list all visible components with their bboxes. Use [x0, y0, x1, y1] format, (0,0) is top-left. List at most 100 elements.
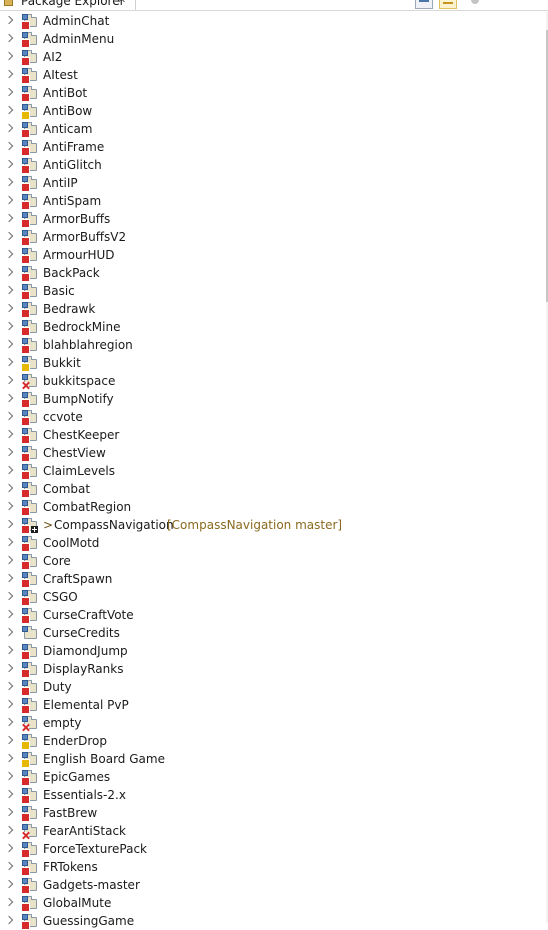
tree-row[interactable]: ccvote — [0, 408, 546, 426]
expand-chevron-icon[interactable] — [4, 699, 14, 709]
tree-row[interactable]: Core — [0, 552, 546, 570]
expand-chevron-icon[interactable] — [4, 465, 14, 475]
tree-row[interactable]: AItest — [0, 66, 546, 84]
tree-row[interactable]: BedrockMine — [0, 318, 546, 336]
tree-row[interactable]: BackPack — [0, 264, 546, 282]
expand-chevron-icon[interactable] — [4, 159, 14, 169]
tree-row[interactable]: CombatRegion — [0, 498, 546, 516]
view-menu-icon[interactable] — [468, 0, 486, 9]
expand-chevron-icon[interactable] — [4, 609, 14, 619]
expand-chevron-icon[interactable] — [4, 87, 14, 97]
expand-chevron-icon[interactable] — [4, 753, 14, 763]
tree-row[interactable]: AI2 — [0, 48, 546, 66]
tree-row[interactable]: ChestKeeper — [0, 426, 546, 444]
expand-chevron-icon[interactable] — [4, 285, 14, 295]
expand-chevron-icon[interactable] — [4, 627, 14, 637]
expand-chevron-icon[interactable] — [4, 789, 14, 799]
tree-row[interactable]: Duty — [0, 678, 546, 696]
tree-row[interactable]: AdminMenu — [0, 30, 546, 48]
expand-chevron-icon[interactable] — [4, 375, 14, 385]
tree-row[interactable]: CraftSpawn — [0, 570, 546, 588]
expand-chevron-icon[interactable] — [4, 447, 14, 457]
tree-row[interactable]: ClaimLevels — [0, 462, 546, 480]
expand-chevron-icon[interactable] — [4, 501, 14, 511]
tree-row[interactable]: AntiBow — [0, 102, 546, 120]
tree-row[interactable]: empty — [0, 714, 546, 732]
expand-chevron-icon[interactable] — [4, 339, 14, 349]
tree-row[interactable]: CSGO — [0, 588, 546, 606]
tree-row[interactable]: ArmorBuffsV2 — [0, 228, 546, 246]
expand-chevron-icon[interactable] — [4, 735, 14, 745]
expand-chevron-icon[interactable] — [4, 879, 14, 889]
tree-row[interactable]: GuessingGame — [0, 912, 546, 930]
tree-row[interactable]: CurseCredits — [0, 624, 546, 642]
expand-chevron-icon[interactable] — [4, 663, 14, 673]
tree-row[interactable]: AntiBot — [0, 84, 546, 102]
tree-row[interactable]: ArmorBuffs — [0, 210, 546, 228]
tree-row[interactable]: AntiSpam — [0, 192, 546, 210]
expand-chevron-icon[interactable] — [4, 321, 14, 331]
expand-chevron-icon[interactable] — [4, 519, 14, 529]
expand-chevron-icon[interactable] — [4, 393, 14, 403]
expand-chevron-icon[interactable] — [4, 69, 14, 79]
expand-chevron-icon[interactable] — [4, 807, 14, 817]
tree-row[interactable]: Combat — [0, 480, 546, 498]
expand-chevron-icon[interactable] — [4, 51, 14, 61]
expand-chevron-icon[interactable] — [4, 537, 14, 547]
expand-chevron-icon[interactable] — [4, 681, 14, 691]
tree-row[interactable]: ForceTexturePack — [0, 840, 546, 858]
expand-chevron-icon[interactable] — [4, 195, 14, 205]
expand-chevron-icon[interactable] — [4, 843, 14, 853]
tree-row[interactable]: EnderDrop — [0, 732, 546, 750]
tree-row[interactable]: Gadgets-master — [0, 876, 546, 894]
expand-chevron-icon[interactable] — [4, 123, 14, 133]
expand-chevron-icon[interactable] — [4, 177, 14, 187]
tree-row[interactable]: ChestView — [0, 444, 546, 462]
expand-chevron-icon[interactable] — [4, 303, 14, 313]
tree-row[interactable]: FastBrew — [0, 804, 546, 822]
expand-chevron-icon[interactable] — [4, 717, 14, 727]
expand-chevron-icon[interactable] — [4, 897, 14, 907]
tree-row[interactable]: CoolMotd — [0, 534, 546, 552]
expand-chevron-icon[interactable] — [4, 771, 14, 781]
tree-row[interactable]: Bukkit — [0, 354, 546, 372]
expand-chevron-icon[interactable] — [4, 249, 14, 259]
expand-chevron-icon[interactable] — [4, 231, 14, 241]
tree-row[interactable]: blahblahregion — [0, 336, 546, 354]
collapse-all-icon[interactable] — [415, 0, 433, 9]
tree-row[interactable]: Anticam — [0, 120, 546, 138]
expand-chevron-icon[interactable] — [4, 825, 14, 835]
expand-chevron-icon[interactable] — [4, 573, 14, 583]
tree-row[interactable]: CurseCraftVote — [0, 606, 546, 624]
expand-chevron-icon[interactable] — [4, 15, 14, 25]
tree-row[interactable]: ArmourHUD — [0, 246, 546, 264]
tree-row[interactable]: EpicGames — [0, 768, 546, 786]
expand-chevron-icon[interactable] — [4, 33, 14, 43]
tree-row[interactable]: AntiGlitch — [0, 156, 546, 174]
link-with-editor-icon[interactable] — [439, 0, 457, 9]
expand-chevron-icon[interactable] — [4, 411, 14, 421]
expand-chevron-icon[interactable] — [4, 429, 14, 439]
expand-chevron-icon[interactable] — [4, 555, 14, 565]
tree-row[interactable]: English Board Game — [0, 750, 546, 768]
expand-chevron-icon[interactable] — [4, 591, 14, 601]
expand-chevron-icon[interactable] — [4, 141, 14, 151]
tree-row[interactable]: Essentials-2.x — [0, 786, 546, 804]
tree-row[interactable]: bukkitspace — [0, 372, 546, 390]
expand-chevron-icon[interactable] — [4, 267, 14, 277]
tree-row[interactable]: AdminChat — [0, 12, 546, 30]
expand-chevron-icon[interactable] — [4, 483, 14, 493]
tree-row[interactable]: Bedrawk — [0, 300, 546, 318]
tree-row[interactable]: BumpNotify — [0, 390, 546, 408]
tree-row[interactable]: Basic — [0, 282, 546, 300]
expand-chevron-icon[interactable] — [4, 213, 14, 223]
expand-chevron-icon[interactable] — [4, 861, 14, 871]
tree-row[interactable]: DiamondJump — [0, 642, 546, 660]
tree-row[interactable]: GlobalMute — [0, 894, 546, 912]
tree-row[interactable]: FearAntiStack — [0, 822, 546, 840]
tree-row[interactable]: AntiFrame — [0, 138, 546, 156]
tree-row[interactable]: FRTokens — [0, 858, 546, 876]
tree-row[interactable]: AntiIP — [0, 174, 546, 192]
tree-row[interactable]: Elemental PvP — [0, 696, 546, 714]
close-view-button[interactable]: ✕ — [117, 0, 126, 6]
